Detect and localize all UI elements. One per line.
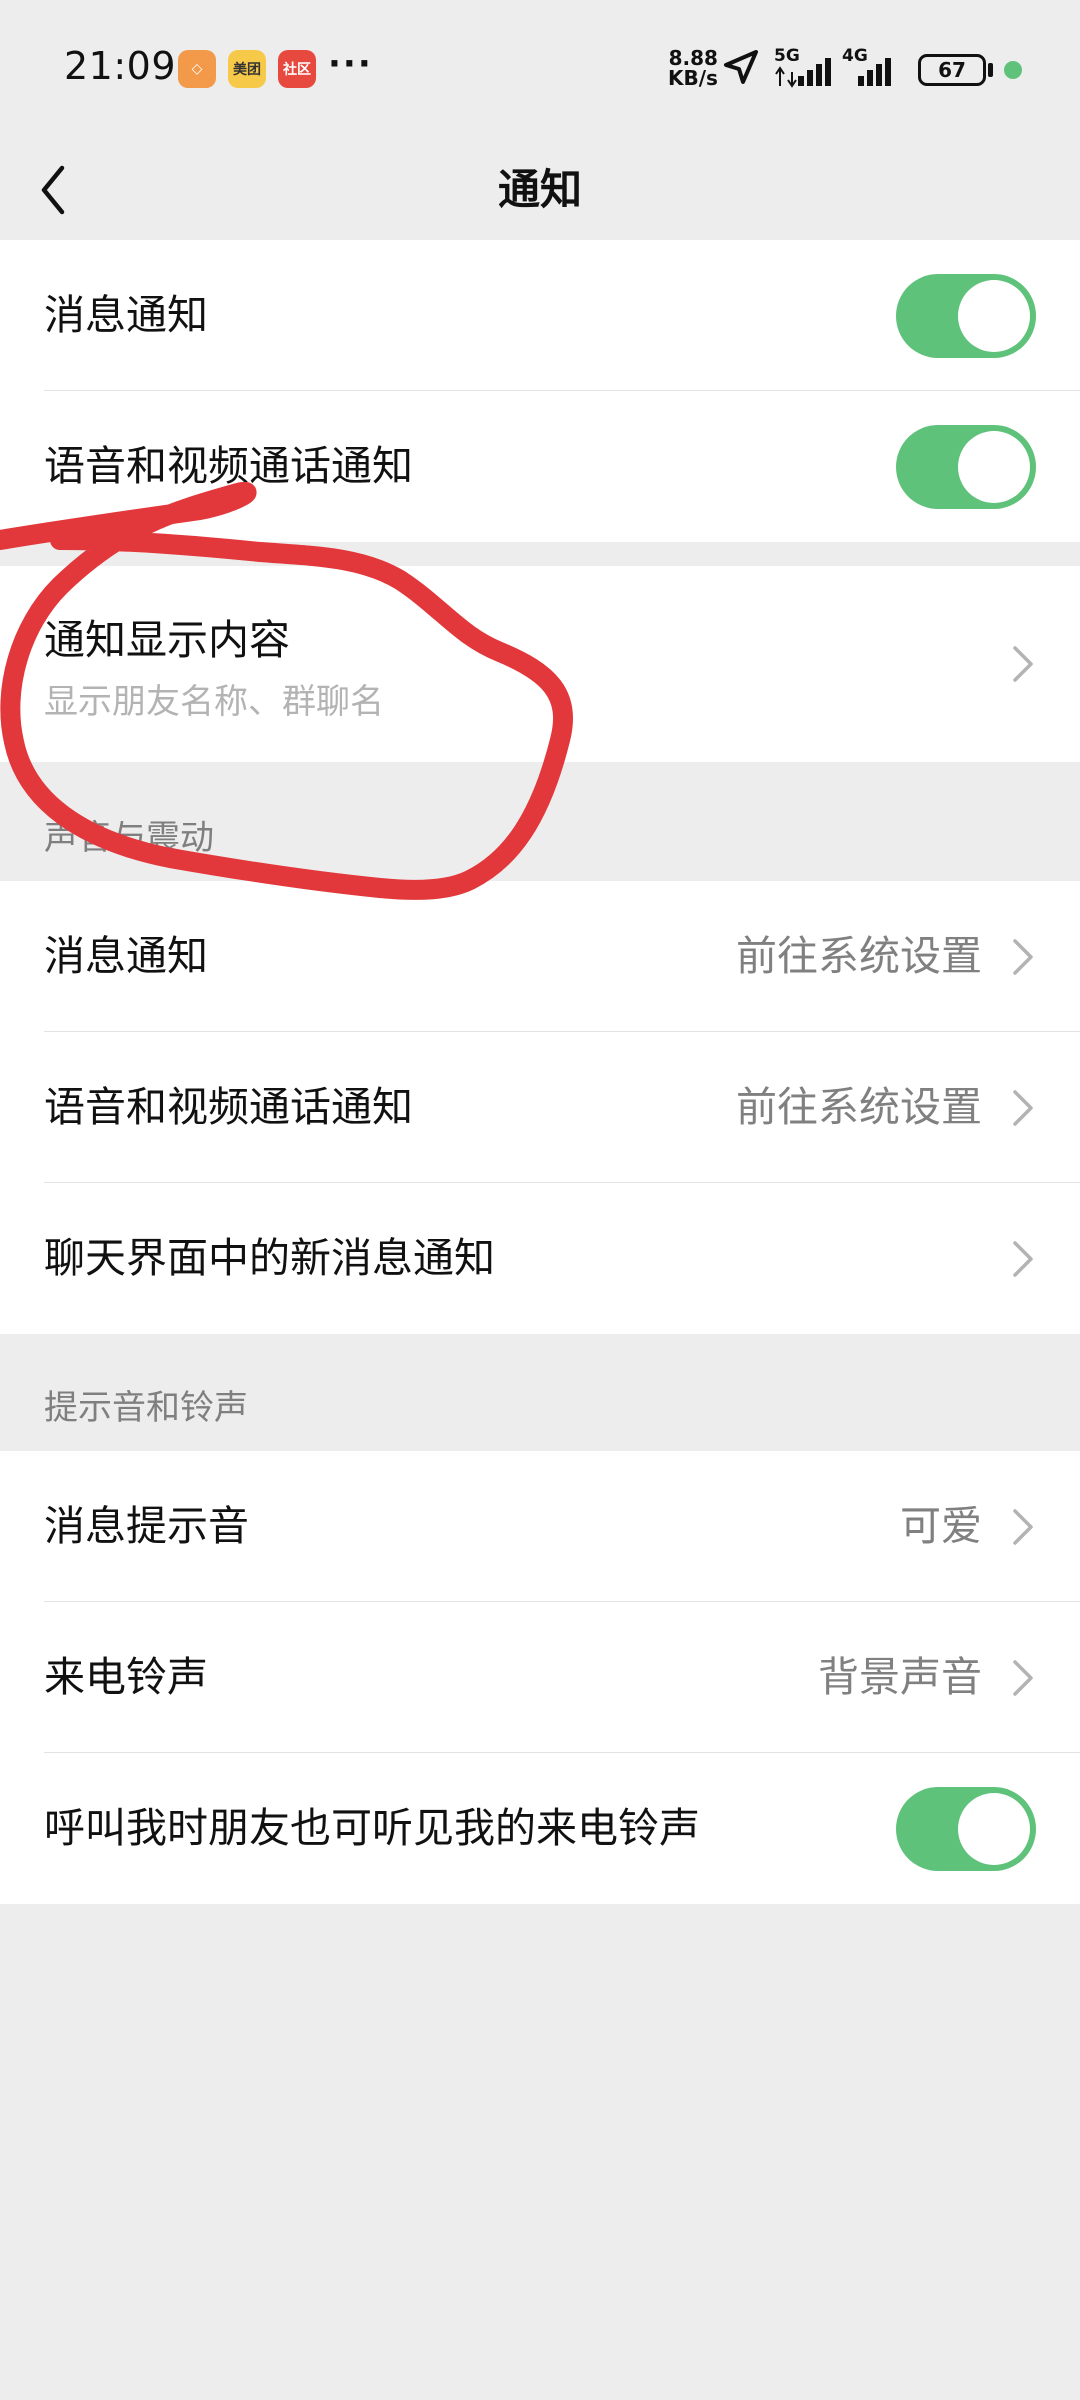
section-header-sound-vibration: 声音与震动 (44, 818, 214, 858)
call-notification-toggle[interactable] (896, 425, 1036, 509)
system-call-notification-value: 前往系统设置 (736, 1083, 982, 1131)
chevron-right-icon (1013, 939, 1033, 975)
system-message-notification-label: 消息通知 (44, 932, 208, 980)
chevron-right-icon (1013, 1660, 1033, 1696)
network-speed: 8.88 KB/s (668, 48, 718, 88)
chat-new-message-notification-label: 聊天界面中的新消息通知 (44, 1234, 495, 1282)
battery-tip (988, 63, 993, 77)
sound-vibration-group: 消息通知 前往系统设置 语音和视频通话通知 前往系统设置 聊天界面中的新消息通知 (0, 881, 1080, 1334)
chevron-right-icon (1013, 1509, 1033, 1545)
message-notification-label: 消息通知 (44, 291, 208, 339)
active-dot-icon (1004, 61, 1022, 79)
friends-hear-ringtone-toggle[interactable] (896, 1787, 1036, 1871)
message-tone-label: 消息提示音 (44, 1502, 249, 1550)
chat-new-message-notification-row[interactable]: 聊天界面中的新消息通知 (0, 1183, 1080, 1334)
notification-settings-screen: 21:09 ◇ 美团 社区 ··· 8.88 KB/s 5G 4G 67 通知 … (0, 0, 1080, 2400)
battery-level: 67 (938, 58, 966, 82)
toggle-knob (958, 431, 1030, 503)
message-tone-row[interactable]: 消息提示音 可爱 (0, 1451, 1080, 1602)
more-notifications-icon: ··· (328, 44, 373, 84)
status-time: 21:09 (64, 44, 177, 88)
chevron-right-icon (1013, 1241, 1033, 1277)
call-notification-row[interactable]: 语音和视频通话通知 (0, 391, 1080, 542)
signal-5g-icon (775, 58, 831, 88)
ringtone-row[interactable]: 来电铃声 背景声音 (0, 1602, 1080, 1753)
call-notification-label: 语音和视频通话通知 (44, 442, 413, 490)
page-title: 通知 (497, 165, 582, 214)
system-call-notification-row[interactable]: 语音和视频通话通知 前往系统设置 (0, 1032, 1080, 1183)
friends-hear-ringtone-label: 呼叫我时朋友也可听见我的来电铃声 (44, 1804, 700, 1852)
system-call-notification-label: 语音和视频通话通知 (44, 1083, 413, 1131)
display-content-title: 通知显示内容 (44, 616, 290, 664)
status-bar: 21:09 ◇ 美团 社区 ··· 8.88 KB/s 5G 4G 67 (0, 0, 1080, 140)
battery-icon: 67 (918, 54, 986, 86)
signal-4g-icon (858, 58, 891, 86)
chevron-right-icon (1013, 1090, 1033, 1126)
message-tone-value: 可爱 (900, 1502, 982, 1550)
meituan-icon: 美团 (228, 50, 266, 88)
app-icon-orange: ◇ (178, 50, 216, 88)
location-arrow-icon (724, 50, 758, 84)
display-content-group: 通知显示内容 显示朋友名称、群聊名 (0, 566, 1080, 762)
section-header-tones: 提示音和铃声 (44, 1388, 248, 1428)
notification-display-content-row[interactable]: 通知显示内容 显示朋友名称、群聊名 (0, 566, 1080, 762)
network-speed-value: 8.88 (668, 46, 718, 70)
message-notification-row[interactable]: 消息通知 (0, 240, 1080, 391)
system-message-notification-row[interactable]: 消息通知 前往系统设置 (0, 881, 1080, 1032)
ringtone-value: 背景声音 (818, 1653, 982, 1701)
notification-toggle-group: 消息通知 语音和视频通话通知 (0, 240, 1080, 542)
toggle-knob (958, 280, 1030, 352)
toggle-knob (958, 1793, 1030, 1865)
system-message-notification-value: 前往系统设置 (736, 932, 982, 980)
message-notification-toggle[interactable] (896, 274, 1036, 358)
chevron-right-icon (1013, 646, 1033, 682)
display-content-subtitle: 显示朋友名称、群聊名 (44, 682, 384, 722)
tones-group: 消息提示音 可爱 来电铃声 背景声音 呼叫我时朋友也可听见我的来电铃声 (0, 1451, 1080, 1904)
community-icon: 社区 (278, 50, 316, 88)
network-speed-unit: KB/s (668, 66, 718, 90)
ringtone-label: 来电铃声 (44, 1653, 208, 1701)
navigation-header: 通知 (0, 140, 1080, 240)
friends-hear-ringtone-row[interactable]: 呼叫我时朋友也可听见我的来电铃声 (0, 1753, 1080, 1904)
